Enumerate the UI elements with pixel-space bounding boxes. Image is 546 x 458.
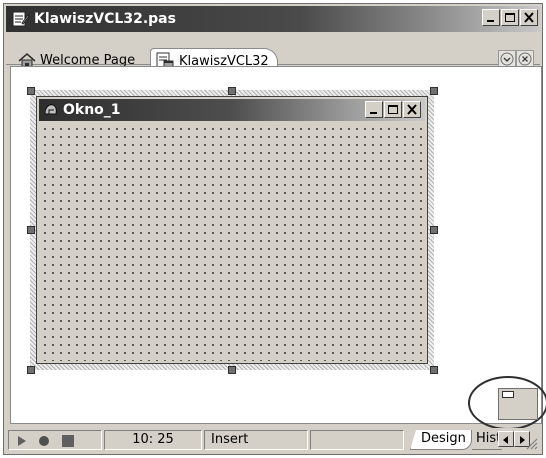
form-title: Okno_1 bbox=[63, 102, 121, 118]
resize-handle-bottom-left[interactable] bbox=[27, 366, 35, 374]
tab-design[interactable]: Design bbox=[410, 430, 472, 450]
form-title-bar[interactable]: Okno_1 bbox=[39, 99, 425, 121]
resize-handle-top-right[interactable] bbox=[430, 87, 438, 95]
delphi-helmet-icon bbox=[44, 104, 57, 115]
form-minimize-button bbox=[365, 101, 383, 118]
record-icon[interactable] bbox=[37, 434, 51, 448]
resize-handle-top[interactable] bbox=[228, 87, 236, 95]
status-bar: 10: 25 Insert Design History bbox=[6, 428, 540, 452]
editor-window: KlawiszVCL32.pas Welcome Page KlawiszVCL… bbox=[3, 3, 546, 455]
resize-handle-left[interactable] bbox=[27, 226, 35, 234]
maximize-icon bbox=[505, 13, 515, 22]
resize-handle-bottom[interactable] bbox=[228, 366, 236, 374]
window-title: KlawiszVCL32.pas bbox=[34, 11, 176, 27]
modified-indicator bbox=[310, 430, 404, 450]
pas-file-icon bbox=[12, 11, 30, 27]
chevron-down-icon bbox=[500, 52, 514, 66]
form-preview-thumbnail[interactable] bbox=[498, 388, 538, 420]
resize-handle-top-left[interactable] bbox=[27, 87, 35, 95]
previous-tab-button[interactable] bbox=[498, 431, 514, 447]
maximize-icon bbox=[388, 105, 398, 114]
close-button[interactable] bbox=[520, 9, 538, 26]
cursor-position: 10: 25 bbox=[104, 430, 202, 450]
designed-form[interactable]: Okno_1 bbox=[36, 96, 428, 364]
resize-handle-bottom-right[interactable] bbox=[430, 366, 438, 374]
editor-tab-bar: Welcome Page KlawiszVCL32 bbox=[6, 34, 540, 75]
insert-mode: Insert bbox=[204, 430, 308, 450]
macro-controls bbox=[8, 430, 102, 450]
close-icon bbox=[407, 104, 417, 115]
minimize-icon bbox=[487, 20, 494, 22]
arrow-left-icon bbox=[503, 436, 508, 444]
play-icon[interactable] bbox=[15, 434, 29, 448]
resize-grip-icon[interactable] bbox=[524, 436, 538, 450]
design-grid[interactable] bbox=[39, 123, 425, 361]
form-close-button bbox=[403, 101, 421, 118]
form-maximize-button bbox=[384, 101, 402, 118]
window-title-bar[interactable]: KlawiszVCL32.pas bbox=[6, 6, 540, 32]
maximize-button[interactable] bbox=[501, 9, 519, 26]
minimize-icon bbox=[370, 112, 377, 114]
form-preview-window bbox=[502, 391, 514, 398]
close-icon bbox=[524, 12, 534, 23]
close-icon bbox=[518, 52, 532, 66]
minimize-button[interactable] bbox=[482, 9, 500, 26]
stop-icon[interactable] bbox=[61, 434, 75, 448]
resize-handle-right[interactable] bbox=[430, 226, 438, 234]
